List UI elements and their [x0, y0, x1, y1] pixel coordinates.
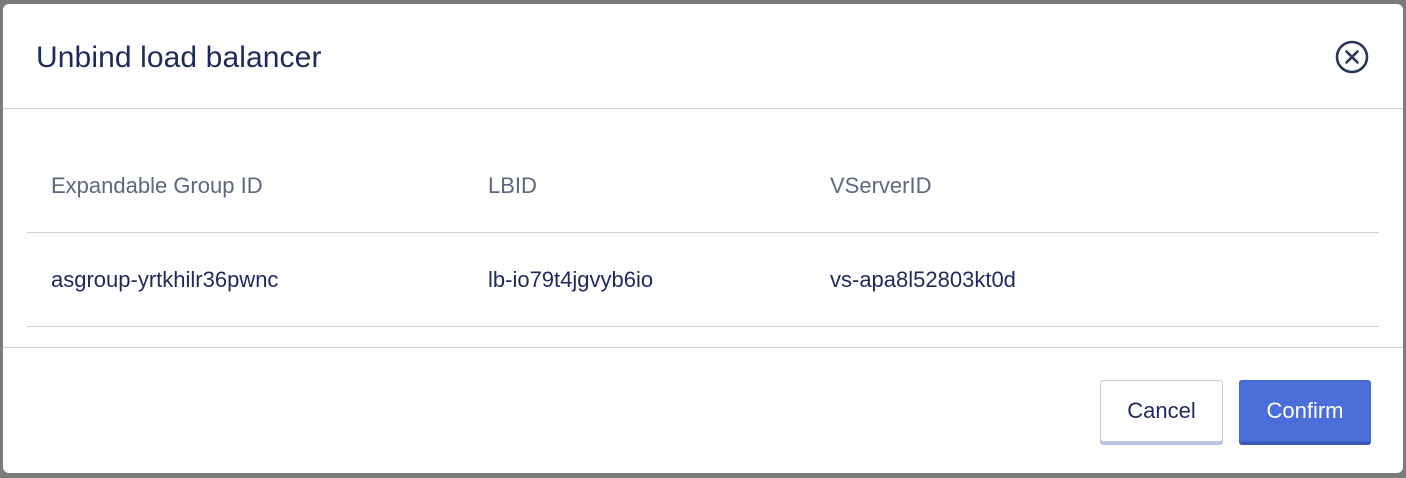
- confirm-button[interactable]: Confirm: [1239, 380, 1371, 442]
- column-header-vserverid: VServerID: [830, 173, 932, 198]
- table-row: asgroup-yrtkhilr36pwnc lb-io79t4jgvyb6io…: [27, 233, 1379, 327]
- dialog-footer: Cancel Confirm: [3, 348, 1403, 473]
- cell-group-id: asgroup-yrtkhilr36pwnc: [51, 267, 279, 292]
- close-icon[interactable]: [1335, 40, 1369, 74]
- unbind-dialog: Unbind load balancer Expandable Group ID…: [3, 4, 1403, 473]
- dialog-header: Unbind load balancer: [3, 4, 1403, 109]
- cell-vserverid: vs-apa8l52803kt0d: [830, 267, 1016, 292]
- cancel-button[interactable]: Cancel: [1100, 380, 1223, 442]
- dialog-title: Unbind load balancer: [36, 41, 322, 74]
- binding-table: Expandable Group ID LBID VServerID asgro…: [27, 139, 1379, 327]
- column-header-lbid: LBID: [488, 173, 537, 198]
- dialog-body: Expandable Group ID LBID VServerID asgro…: [3, 109, 1403, 348]
- table-header-row: Expandable Group ID LBID VServerID: [27, 139, 1379, 233]
- column-header-group-id: Expandable Group ID: [51, 173, 263, 198]
- cell-lbid: lb-io79t4jgvyb6io: [488, 267, 654, 292]
